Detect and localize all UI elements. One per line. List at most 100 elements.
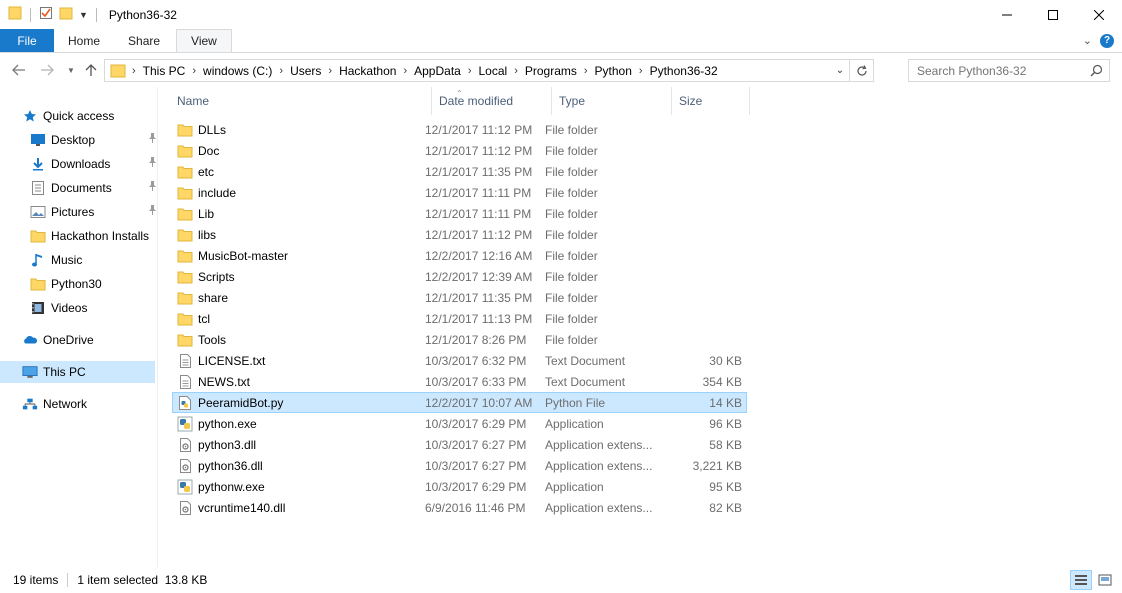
search-input[interactable]: [917, 63, 1087, 78]
pin-icon[interactable]: [148, 157, 157, 170]
folder-icon: [30, 228, 46, 244]
tab-home[interactable]: Home: [54, 29, 114, 52]
minimize-button[interactable]: [984, 0, 1030, 29]
breadcrumb-python36-32[interactable]: Python36-32: [645, 64, 723, 78]
sidebar-item-documents[interactable]: Documents: [30, 177, 156, 199]
up-button[interactable]: [80, 59, 102, 81]
file-row[interactable]: PeeramidBot.py 12/2/2017 10:07 AM Python F…: [172, 392, 747, 413]
file-row[interactable]: share 12/1/2017 11:35 PM File folder: [172, 287, 747, 308]
file-row[interactable]: etc 12/1/2017 11:35 PM File folder: [172, 161, 747, 182]
file-row[interactable]: MusicBot-master 12/2/2017 12:16 AM File fo…: [172, 245, 747, 266]
file-name-cell: Tools: [177, 330, 226, 349]
file-date-modified: 12/1/2017 11:11 PM: [425, 206, 532, 221]
folder-icon: [177, 332, 193, 348]
file-name-cell: Lib: [177, 204, 214, 223]
breadcrumb-local[interactable]: Local: [474, 64, 513, 78]
tab-file[interactable]: File: [0, 29, 54, 52]
file-row[interactable]: Lib 12/1/2017 11:11 PM File folder: [172, 203, 747, 224]
pin-icon[interactable]: [148, 133, 157, 146]
file-row[interactable]: LICENSE.txt 10/3/2017 6:32 PM Text Documen…: [172, 350, 747, 371]
details-view-button[interactable]: [1070, 570, 1092, 590]
title-bar: ▼ Python36-32: [0, 0, 1122, 29]
customize-toolbar-icon[interactable]: ▼: [79, 10, 88, 20]
file-name: python36.dll: [198, 458, 263, 473]
pin-icon[interactable]: [148, 205, 157, 218]
file-row[interactable]: Scripts 12/2/2017 12:39 AM File folder: [172, 266, 747, 287]
chevron-right-icon[interactable]: ›: [466, 65, 474, 77]
column-header-name[interactable]: Name: [170, 87, 432, 115]
file-date-modified: 12/1/2017 11:35 PM: [425, 290, 533, 305]
properties-icon[interactable]: [39, 6, 53, 23]
file-row[interactable]: tcl 12/1/2017 11:13 PM File folder: [172, 308, 747, 329]
breadcrumb-hackathon[interactable]: Hackathon: [334, 64, 401, 78]
column-header-date[interactable]: Date modified: [432, 87, 552, 115]
chevron-right-icon[interactable]: ›: [326, 65, 334, 77]
file-name: include: [198, 185, 237, 200]
new-folder-icon[interactable]: [59, 6, 73, 23]
file-row[interactable]: Tools 12/1/2017 8:26 PM File folder: [172, 329, 747, 350]
sidebar-item-videos[interactable]: Videos: [30, 297, 150, 319]
folder-icon[interactable]: [8, 6, 22, 23]
file-row[interactable]: python36.dll 10/3/2017 6:27 PM Application…: [172, 455, 747, 476]
column-header-size[interactable]: Size: [672, 87, 750, 115]
file-date-modified: 6/9/2016 11:46 PM: [425, 500, 526, 515]
file-row[interactable]: python.exe 10/3/2017 6:29 PM Application 96…: [172, 413, 747, 434]
file-row[interactable]: pythonw.exe 10/3/2017 6:29 PM Application 9…: [172, 476, 747, 497]
chevron-right-icon[interactable]: ›: [130, 65, 138, 77]
file-type: Application extens...: [545, 458, 653, 473]
recent-locations-icon[interactable]: ▼: [60, 59, 82, 81]
chevron-right-icon[interactable]: ›: [582, 65, 590, 77]
file-row[interactable]: DLLs 12/1/2017 11:12 PM File folder: [172, 119, 747, 140]
breadcrumb-users[interactable]: Users: [285, 64, 326, 78]
file-name-cell: vcruntime140.dll: [177, 498, 285, 517]
maximize-button[interactable]: [1030, 0, 1076, 29]
tab-view[interactable]: View: [176, 29, 232, 52]
chevron-right-icon[interactable]: ›: [277, 65, 285, 77]
file-row[interactable]: python3.dll 10/3/2017 6:27 PM Application …: [172, 434, 747, 455]
file-row[interactable]: include 12/1/2017 11:11 PM File folder: [172, 182, 747, 203]
column-headers: ⌃ Name Date modified Type Size: [160, 87, 1122, 115]
refresh-button[interactable]: [849, 60, 873, 81]
breadcrumb-this-pc[interactable]: This PC: [138, 64, 191, 78]
chevron-right-icon[interactable]: ›: [190, 65, 198, 77]
file-row[interactable]: Doc 12/1/2017 11:12 PM File folder: [172, 140, 747, 161]
tab-share[interactable]: Share: [114, 29, 174, 52]
column-header-type[interactable]: Type: [552, 87, 672, 115]
file-type: File folder: [545, 248, 598, 263]
sidebar-item-this-pc[interactable]: This PC: [0, 361, 155, 383]
sidebar-item-label: Pictures: [51, 205, 95, 219]
sidebar-item-desktop[interactable]: Desktop: [30, 129, 156, 151]
breadcrumb-python[interactable]: Python: [590, 64, 637, 78]
breadcrumb-programs[interactable]: Programs: [520, 64, 582, 78]
help-icon[interactable]: ?: [1100, 33, 1114, 48]
sidebar-item-onedrive[interactable]: OneDrive: [22, 329, 150, 351]
forward-button[interactable]: [36, 59, 58, 81]
search-box[interactable]: [908, 59, 1110, 82]
back-button[interactable]: [8, 59, 30, 81]
file-row[interactable]: vcruntime140.dll 6/9/2016 11:46 PM Applica…: [172, 497, 747, 518]
large-icons-view-button[interactable]: [1094, 570, 1116, 590]
sidebar-item-pictures[interactable]: Pictures: [30, 201, 156, 223]
breadcrumb-windows-c[interactable]: windows (C:): [198, 64, 277, 78]
pin-icon[interactable]: [148, 181, 157, 194]
sidebar-item-quick-access[interactable]: Quick access: [22, 105, 150, 127]
breadcrumb-appdata[interactable]: AppData: [409, 64, 466, 78]
divider: [67, 573, 69, 587]
sidebar-item-hackathon-installs[interactable]: Hackathon Installs: [30, 225, 150, 247]
file-row[interactable]: libs 12/1/2017 11:12 PM File folder: [172, 224, 747, 245]
expand-ribbon-icon[interactable]: ⌄: [1083, 34, 1092, 47]
chevron-right-icon[interactable]: ›: [637, 65, 645, 77]
file-row[interactable]: NEWS.txt 10/3/2017 6:33 PM Text Document 35…: [172, 371, 747, 392]
network-icon: [22, 396, 38, 412]
search-icon[interactable]: [1090, 64, 1103, 80]
sidebar-item-network[interactable]: Network: [22, 393, 150, 415]
sidebar-item-python30[interactable]: Python30: [30, 273, 150, 295]
pictures-icon: [30, 204, 46, 220]
chevron-right-icon[interactable]: ›: [401, 65, 409, 77]
sidebar-item-music[interactable]: Music: [30, 249, 150, 271]
close-button[interactable]: [1076, 0, 1122, 29]
chevron-down-icon[interactable]: ⌄: [831, 65, 849, 76]
chevron-right-icon[interactable]: ›: [512, 65, 520, 77]
sidebar-item-downloads[interactable]: Downloads: [30, 153, 156, 175]
address-bar[interactable]: › This PC › windows (C:) › Users › Hacka…: [104, 59, 874, 82]
